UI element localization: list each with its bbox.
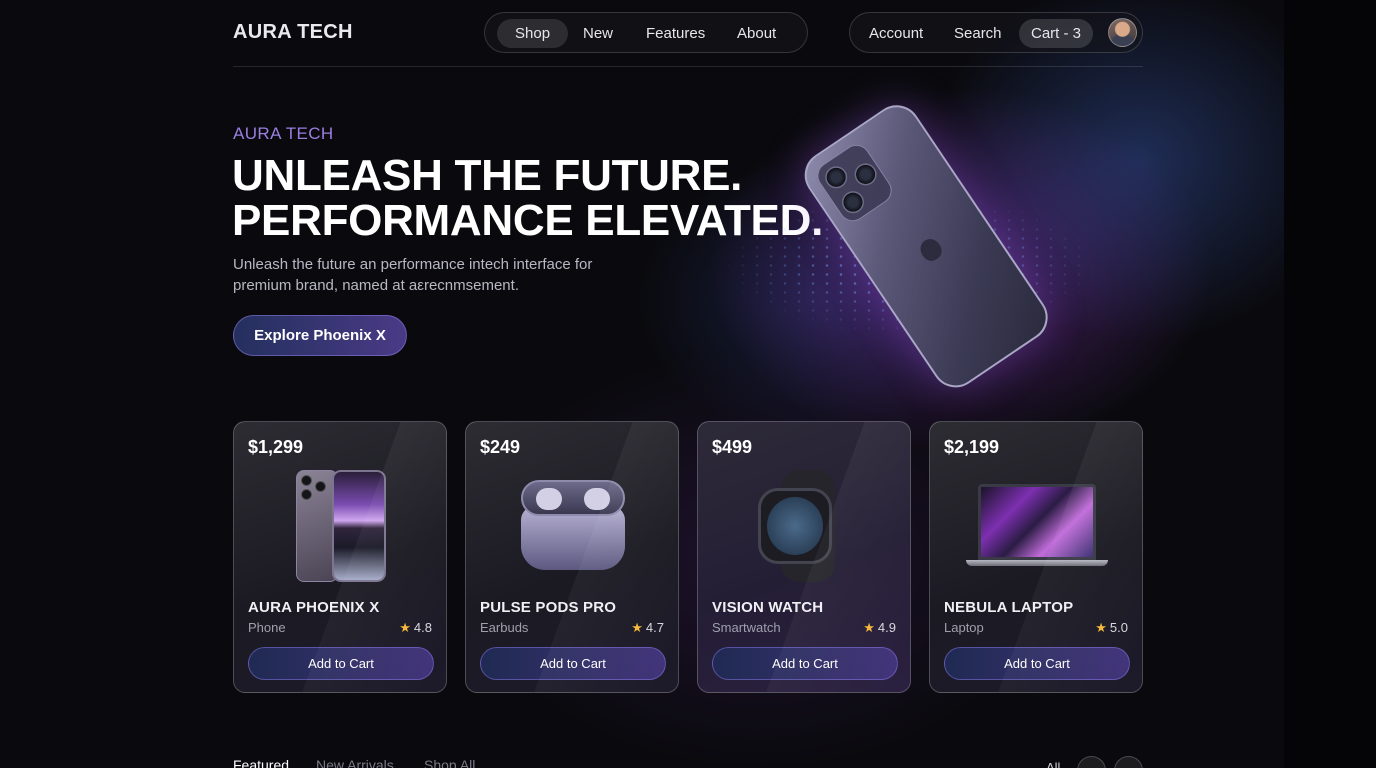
add-to-cart-button[interactable]: Add to Cart bbox=[712, 647, 898, 680]
product-rating: ★ 4.9 bbox=[863, 620, 896, 636]
brand-logo[interactable]: AURA TECH bbox=[233, 21, 353, 44]
apple-logo-icon bbox=[916, 235, 946, 265]
product-price: $249 bbox=[480, 437, 521, 457]
add-to-cart-button[interactable]: Add to Cart bbox=[480, 647, 666, 680]
hero-subtext: Unleash the future an performance intech… bbox=[233, 256, 593, 294]
product-rating: ★ 4.7 bbox=[631, 620, 664, 636]
nav-item-new[interactable]: New bbox=[565, 19, 631, 48]
product-card[interactable]: $249 PULSE PODS PRO Earbuds ★ 4.7 Add to … bbox=[465, 421, 679, 693]
star-icon: ★ bbox=[1095, 620, 1107, 635]
account-bar: Account Search Cart - 3 bbox=[849, 12, 1143, 53]
product-rating: ★ 4.8 bbox=[399, 620, 432, 636]
nav-item-features[interactable]: Features bbox=[628, 19, 723, 48]
phone-product-image bbox=[234, 466, 446, 586]
add-to-cart-button[interactable]: Add to Cart bbox=[944, 647, 1130, 680]
product-price: $2,199 bbox=[944, 437, 1000, 457]
rating-value: 5.0 bbox=[1109, 620, 1128, 635]
header-divider bbox=[233, 66, 1143, 67]
product-name: VISION WATCH bbox=[712, 599, 824, 616]
watch-product-image bbox=[698, 466, 910, 586]
rating-value: 4.7 bbox=[645, 620, 664, 635]
product-category: Phone bbox=[248, 620, 286, 635]
page-background bbox=[0, 0, 1376, 768]
product-card[interactable]: $1,299 AURA PHOENIX X Phone ★ 4.8 Add to … bbox=[233, 421, 447, 693]
product-price: $1,299 bbox=[248, 437, 304, 457]
all-filter[interactable]: All bbox=[1046, 760, 1060, 768]
star-icon: ★ bbox=[399, 620, 411, 635]
product-name: PULSE PODS PRO bbox=[480, 599, 617, 616]
product-card[interactable]: $499 VISION WATCH Smartwatch ★ 4.9 Add to… bbox=[697, 421, 911, 693]
product-name: NEBULA LAPTOP bbox=[944, 599, 1074, 616]
hero-eyebrow: AURA TECH bbox=[233, 124, 334, 143]
tab-shop-all[interactable]: Shop All bbox=[424, 757, 475, 768]
product-card[interactable]: $2,199 NEBULA LAPTOP Laptop ★ 5.0 Add to … bbox=[929, 421, 1143, 693]
earbuds-product-image bbox=[466, 466, 678, 586]
search-link[interactable]: Search bbox=[954, 19, 1002, 48]
explore-phoenix-button[interactable]: Explore Phoenix X bbox=[233, 315, 407, 356]
right-edge-shade bbox=[1284, 0, 1376, 768]
tab-featured[interactable]: Featured bbox=[233, 757, 289, 768]
account-link[interactable]: Account bbox=[869, 19, 923, 48]
add-to-cart-button[interactable]: Add to Cart bbox=[248, 647, 434, 680]
main-nav: Shop New Features About bbox=[484, 12, 808, 53]
star-icon: ★ bbox=[631, 620, 643, 635]
rating-value: 4.9 bbox=[877, 620, 896, 635]
product-name: AURA PHOENIX X bbox=[248, 599, 380, 616]
rating-value: 4.8 bbox=[413, 620, 432, 635]
product-price: $499 bbox=[712, 437, 753, 457]
product-category: Smartwatch bbox=[712, 620, 781, 635]
avatar[interactable] bbox=[1108, 18, 1137, 47]
tab-new-arrivals[interactable]: New Arrivals bbox=[316, 757, 394, 768]
laptop-product-image bbox=[930, 466, 1142, 586]
product-rating: ★ 5.0 bbox=[1095, 620, 1128, 636]
cart-button[interactable]: Cart - 3 bbox=[1019, 19, 1094, 48]
product-category: Laptop bbox=[944, 620, 984, 635]
nav-item-about[interactable]: About bbox=[719, 19, 794, 48]
star-icon: ★ bbox=[863, 620, 875, 635]
nav-item-shop[interactable]: Shop bbox=[497, 19, 569, 48]
product-category: Earbuds bbox=[480, 620, 529, 635]
